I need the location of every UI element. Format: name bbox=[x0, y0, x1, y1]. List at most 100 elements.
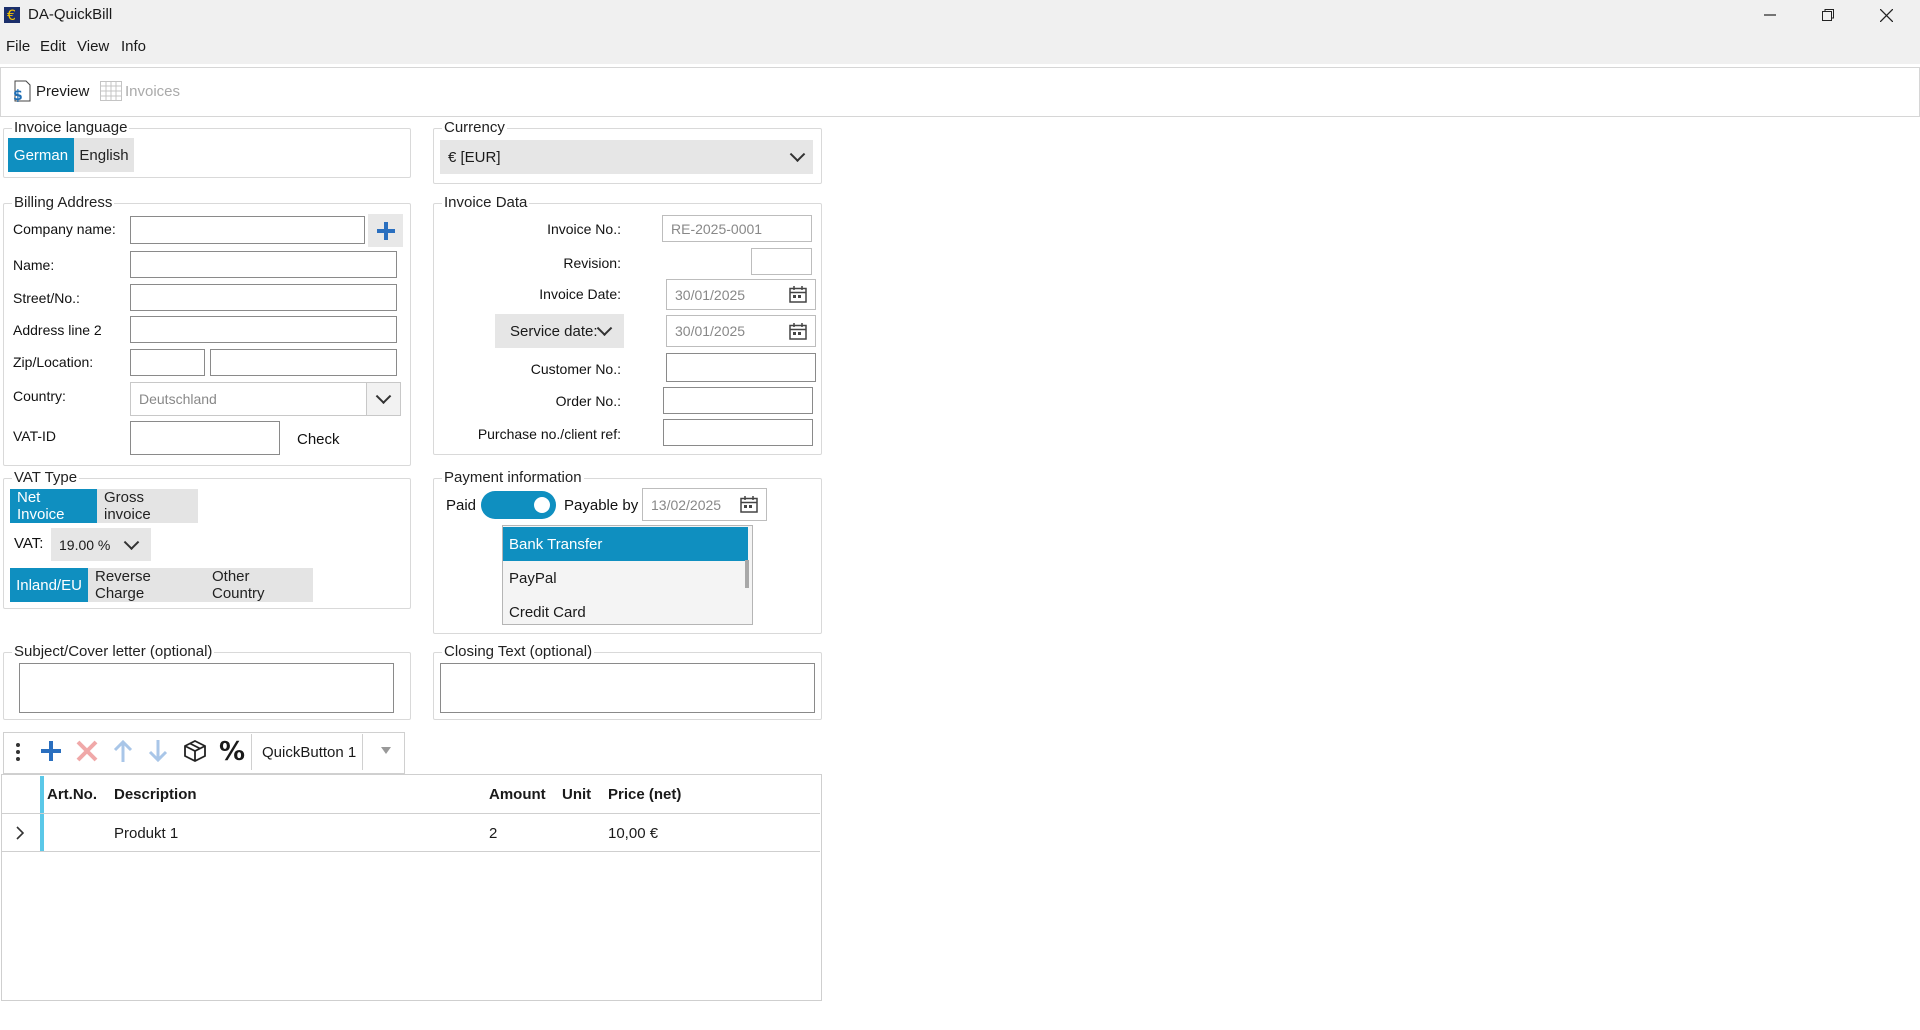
move-down-icon[interactable] bbox=[148, 740, 168, 762]
more-options-icon[interactable] bbox=[14, 741, 22, 763]
currency-legend: Currency bbox=[442, 119, 507, 136]
add-item-icon[interactable] bbox=[40, 740, 62, 762]
payment-method-list[interactable]: Bank Transfer PayPal Credit Card bbox=[502, 525, 753, 625]
invoice-date-label: Invoice Date: bbox=[539, 286, 621, 302]
svg-text:€: € bbox=[7, 8, 16, 23]
closing-text-legend: Closing Text (optional) bbox=[442, 643, 595, 660]
menu-file[interactable]: File bbox=[6, 38, 30, 55]
invoice-data-legend: Invoice Data bbox=[442, 194, 530, 211]
invoice-no-input[interactable]: RE-2025-0001 bbox=[662, 215, 812, 242]
quickbutton-1[interactable]: QuickButton 1 bbox=[262, 744, 356, 761]
add-company-button[interactable] bbox=[368, 214, 403, 247]
name-input[interactable] bbox=[130, 251, 397, 278]
payment-method-paypal[interactable]: PayPal bbox=[503, 561, 748, 595]
closing-text-textarea[interactable] bbox=[440, 663, 815, 713]
purchase-no-input[interactable] bbox=[663, 419, 813, 446]
region-reverse-charge[interactable]: Reverse Charge bbox=[88, 568, 205, 602]
gross-invoice-toggle[interactable]: Gross invoice bbox=[97, 489, 198, 523]
menu-edit[interactable]: Edit bbox=[40, 38, 66, 55]
check-vat-button[interactable]: Check bbox=[297, 431, 340, 448]
language-german[interactable]: German bbox=[8, 138, 74, 172]
customer-no-label: Customer No.: bbox=[530, 361, 621, 377]
billing-address-legend: Billing Address bbox=[12, 194, 115, 211]
vat-rate-label: VAT: bbox=[14, 535, 44, 552]
country-label: Country: bbox=[13, 388, 66, 404]
svg-text:$: $ bbox=[13, 88, 23, 102]
currency-value: € [EUR] bbox=[448, 148, 501, 166]
payment-method-bank-transfer[interactable]: Bank Transfer bbox=[503, 527, 748, 561]
calendar-icon[interactable] bbox=[789, 323, 807, 340]
vat-rate-value: 19.00 % bbox=[59, 536, 111, 553]
region-other-country[interactable]: Other Country bbox=[205, 568, 313, 602]
chevron-down-icon bbox=[596, 320, 613, 337]
list-scrollbar[interactable] bbox=[745, 560, 749, 588]
customer-no-input[interactable] bbox=[666, 353, 816, 382]
column-header-description[interactable]: Description bbox=[114, 786, 197, 803]
vat-rate-select[interactable]: 19.00 % bbox=[51, 528, 151, 561]
payable-by-label: Payable by bbox=[564, 497, 639, 514]
delete-item-icon[interactable] bbox=[76, 740, 98, 762]
package-icon[interactable] bbox=[183, 740, 207, 762]
chevron-down-icon bbox=[375, 388, 392, 405]
service-date-label: Service date: bbox=[510, 322, 598, 340]
service-date-type-select[interactable]: Service date: bbox=[495, 314, 624, 348]
invoice-date-value: 30/01/2025 bbox=[675, 286, 746, 303]
payment-info-legend: Payment information bbox=[442, 469, 584, 486]
vat-type-legend: VAT Type bbox=[12, 469, 80, 486]
invoices-label: Invoices bbox=[125, 82, 181, 100]
service-date-picker[interactable]: 30/01/2025 bbox=[666, 315, 816, 347]
address-line2-label: Address line 2 bbox=[13, 322, 102, 338]
chevron-down-icon bbox=[123, 533, 140, 550]
location-input[interactable] bbox=[210, 349, 397, 376]
plus-icon bbox=[376, 221, 395, 240]
payable-date-value: 13/02/2025 bbox=[651, 496, 722, 513]
payment-method-credit-card[interactable]: Credit Card bbox=[503, 595, 748, 624]
country-select[interactable]: Deutschland bbox=[130, 382, 401, 416]
region-inland-eu[interactable]: Inland/EU bbox=[10, 568, 88, 602]
percent-discount-icon[interactable]: % bbox=[219, 737, 245, 767]
column-header-price[interactable]: Price (net) bbox=[608, 786, 681, 803]
net-invoice-toggle[interactable]: Net Invoice bbox=[10, 489, 97, 523]
column-header-unit[interactable]: Unit bbox=[562, 786, 591, 803]
revision-input[interactable] bbox=[751, 248, 812, 275]
invoice-language-legend: Invoice language bbox=[12, 119, 130, 136]
street-input[interactable] bbox=[130, 284, 397, 311]
country-dropdown-button[interactable] bbox=[366, 383, 400, 415]
restore-icon bbox=[1822, 9, 1834, 21]
paid-toggle[interactable] bbox=[481, 491, 556, 519]
close-button[interactable] bbox=[1858, 0, 1914, 30]
grid-row-divider bbox=[2, 851, 820, 852]
company-name-input[interactable] bbox=[130, 216, 365, 244]
zip-input[interactable] bbox=[130, 349, 205, 376]
order-no-input[interactable] bbox=[663, 387, 813, 414]
calendar-icon[interactable] bbox=[789, 286, 807, 303]
cell-amount[interactable]: 2 bbox=[489, 825, 497, 842]
quickbutton-dropdown-icon[interactable] bbox=[381, 747, 391, 755]
calendar-icon[interactable] bbox=[740, 496, 758, 513]
chevron-right-icon[interactable] bbox=[16, 826, 24, 840]
payable-date-picker[interactable]: 13/02/2025 bbox=[642, 488, 767, 521]
preview-button[interactable]: $ Preview bbox=[12, 80, 89, 102]
subject-textarea[interactable] bbox=[19, 663, 394, 713]
company-name-label: Company name: bbox=[13, 221, 116, 237]
move-up-icon[interactable] bbox=[113, 740, 133, 762]
chevron-down-icon bbox=[789, 146, 806, 163]
invoices-button[interactable]: Invoices bbox=[100, 81, 180, 101]
minimize-button[interactable] bbox=[1742, 0, 1798, 30]
column-header-artno[interactable]: Art.No. bbox=[47, 786, 97, 803]
menu-info[interactable]: Info bbox=[121, 38, 146, 55]
restore-button[interactable] bbox=[1800, 0, 1856, 30]
menu-view[interactable]: View bbox=[77, 38, 109, 55]
cell-price[interactable]: 10,00 € bbox=[608, 825, 658, 842]
currency-select[interactable]: € [EUR] bbox=[440, 140, 813, 174]
cell-description[interactable]: Produkt 1 bbox=[114, 825, 178, 842]
preview-document-icon: $ bbox=[13, 80, 31, 102]
app-logo-icon: € bbox=[4, 7, 20, 23]
address-line2-input[interactable] bbox=[130, 316, 397, 343]
vat-id-input[interactable] bbox=[130, 421, 280, 455]
language-english[interactable]: English bbox=[74, 138, 134, 172]
close-icon bbox=[1879, 8, 1893, 22]
column-header-amount[interactable]: Amount bbox=[489, 786, 546, 803]
invoice-date-picker[interactable]: 30/01/2025 bbox=[666, 279, 816, 310]
revision-label: Revision: bbox=[563, 255, 621, 271]
